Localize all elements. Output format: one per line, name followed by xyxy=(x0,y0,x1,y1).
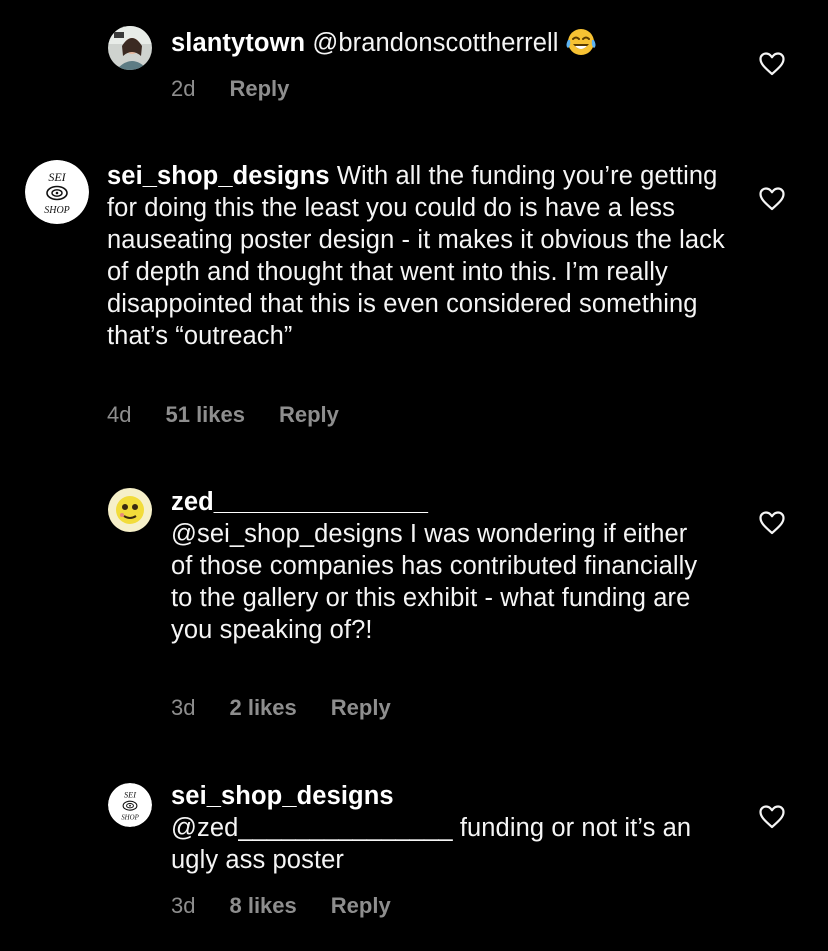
comment-text: With all the funding you’re getting for … xyxy=(107,162,725,350)
like-heart-icon[interactable] xyxy=(759,805,785,829)
reply-button[interactable]: Reply xyxy=(229,75,289,103)
user-photo-icon xyxy=(108,26,152,70)
avatar-sei-shop-designs[interactable]: SEI SHOP xyxy=(25,160,89,224)
comment-body: sei_shop_designs With all the funding yo… xyxy=(107,160,727,352)
user-photo-icon xyxy=(108,488,152,532)
sei-shop-logo-icon: SEI SHOP xyxy=(108,783,152,827)
comment-body: slantytown @brandonscottherrell xyxy=(171,26,731,59)
avatar-zed[interactable] xyxy=(108,488,152,532)
comment-body: sei_shop_designs @zed_______________ fun… xyxy=(171,780,711,876)
comment-timestamp: 3d xyxy=(171,695,196,720)
sei-shop-logo-icon: SEI SHOP xyxy=(25,160,89,224)
like-heart-icon[interactable] xyxy=(759,187,785,211)
comment-reply-sei-shop-designs: SEI SHOP sei_shop_designs @zed__________… xyxy=(0,775,828,945)
avatar-sei-shop-designs[interactable]: SEI SHOP xyxy=(108,783,152,827)
comment-username[interactable]: sei_shop_designs xyxy=(171,782,394,810)
comment-meta: 3d 8 likes Reply xyxy=(171,892,391,920)
comment-timestamp: 3d xyxy=(171,893,196,918)
comment-sei-shop-designs: SEI SHOP sei_shop_designs With all the f… xyxy=(0,150,828,450)
comment-meta: 4d 51 likes Reply xyxy=(107,401,339,429)
reply-button[interactable]: Reply xyxy=(331,892,391,920)
comment-username[interactable]: slantytown xyxy=(171,29,305,57)
comment-body: zed_______________ @sei_shop_designs I w… xyxy=(171,486,711,646)
comment-reply-zed: zed_______________ @sei_shop_designs I w… xyxy=(0,480,828,740)
logo-text-bottom: SHOP xyxy=(44,205,70,216)
like-heart-icon[interactable] xyxy=(759,511,785,535)
reply-button[interactable]: Reply xyxy=(331,694,391,722)
logo-text-top: SEI xyxy=(124,790,137,799)
likes-count[interactable]: 8 likes xyxy=(229,892,296,920)
comment-meta: 2d Reply xyxy=(171,75,289,103)
logo-text-bottom: SHOP xyxy=(121,814,139,821)
comment-text[interactable]: @brandonscottherrell xyxy=(312,29,558,57)
comment-username[interactable]: sei_shop_designs xyxy=(107,162,330,190)
comment-reply-slantytown: slantytown @brandonscottherrell 2d Reply xyxy=(0,0,828,120)
comment-timestamp: 2d xyxy=(171,76,196,101)
likes-count[interactable]: 2 likes xyxy=(229,694,296,722)
likes-count[interactable]: 51 likes xyxy=(165,401,245,429)
face-with-tears-of-joy-emoji xyxy=(565,26,597,58)
comment-text: @sei_shop_designs I was wondering if eit… xyxy=(171,520,698,644)
comment-meta: 3d 2 likes Reply xyxy=(171,694,391,722)
reply-button[interactable]: Reply xyxy=(279,401,339,429)
logo-text-top: SEI xyxy=(48,170,66,184)
avatar-slantytown[interactable] xyxy=(108,26,152,70)
like-heart-icon[interactable] xyxy=(759,52,785,76)
comment-timestamp: 4d xyxy=(107,402,132,427)
comment-username[interactable]: zed_______________ xyxy=(171,488,428,516)
comment-text: @zed_______________ funding or not it’s … xyxy=(171,814,692,874)
